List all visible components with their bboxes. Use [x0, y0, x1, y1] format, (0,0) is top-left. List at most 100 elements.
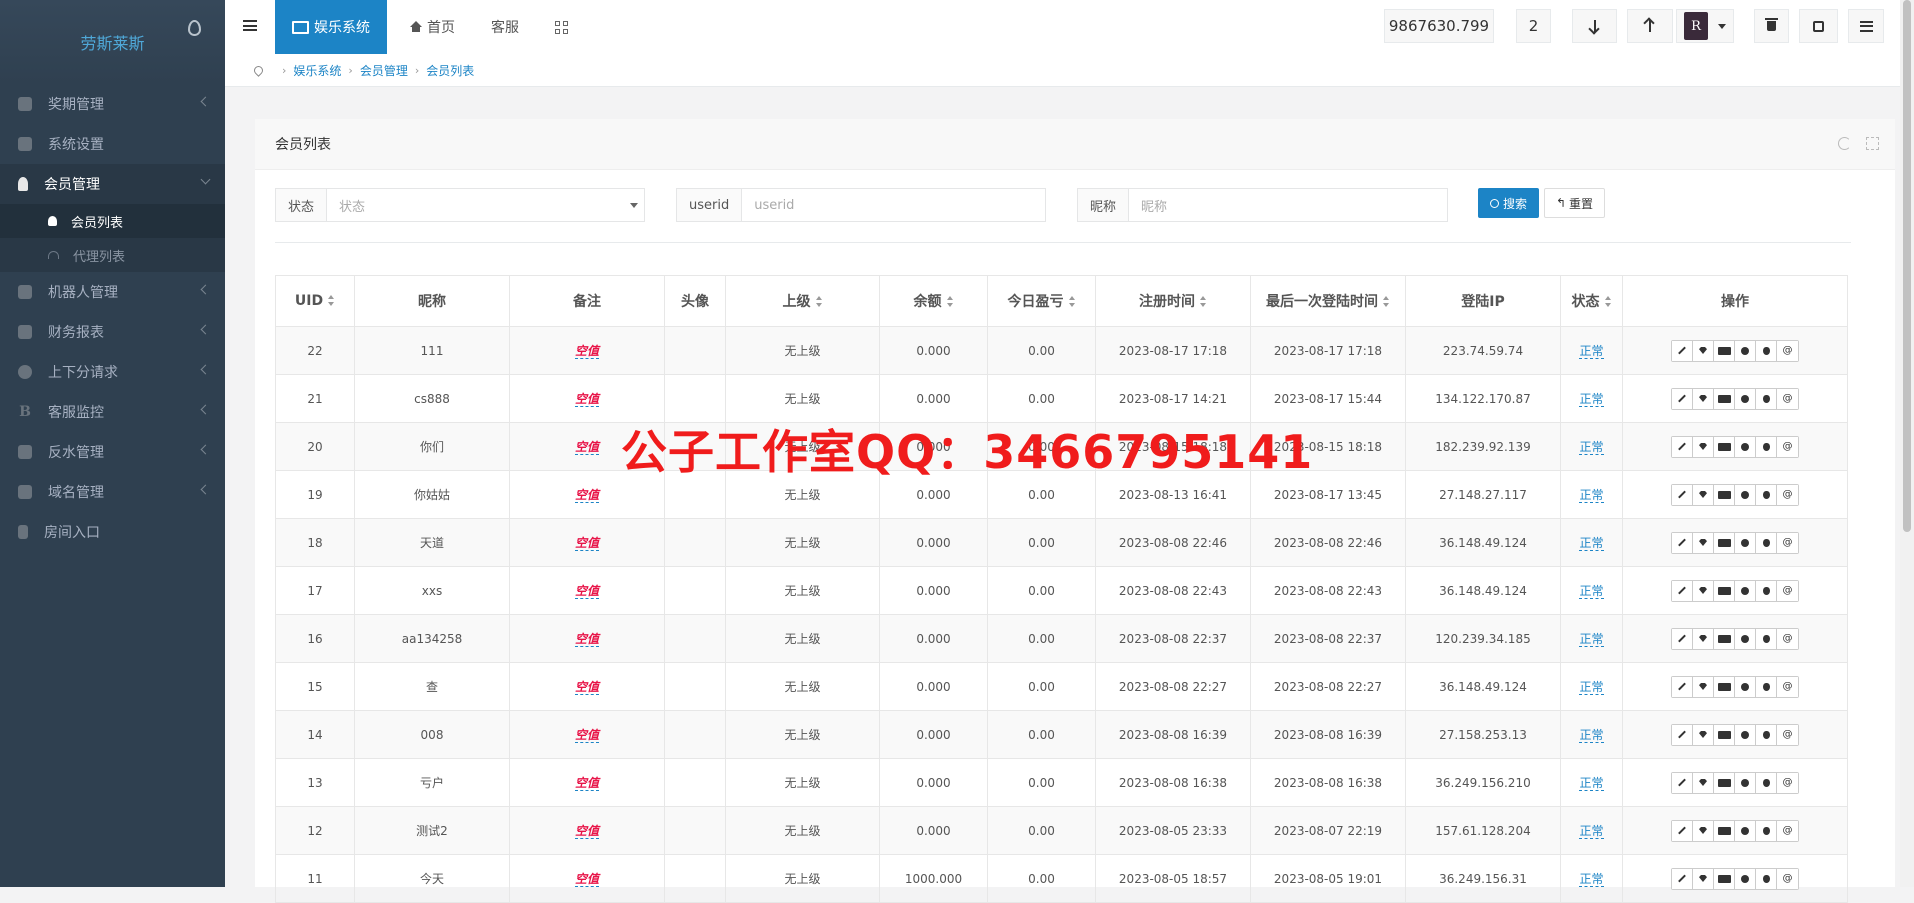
chrome-button[interactable] [1735, 724, 1756, 745]
edit-button[interactable] [1672, 868, 1693, 889]
user-menu[interactable]: R [1676, 9, 1734, 43]
cell-status[interactable]: 正常 [1560, 758, 1623, 807]
diamond-button[interactable] [1693, 868, 1714, 889]
chrome-button[interactable] [1735, 868, 1756, 889]
breadcrumb-item[interactable]: 会员管理 [360, 62, 408, 79]
diamond-button[interactable] [1693, 676, 1714, 697]
at-button[interactable]: @ [1777, 772, 1798, 793]
visa-button[interactable] [1714, 676, 1735, 697]
apple-button[interactable] [1756, 340, 1777, 361]
cell-status[interactable]: 正常 [1560, 854, 1623, 903]
visa-button[interactable] [1714, 340, 1735, 361]
edit-button[interactable] [1672, 580, 1693, 601]
reset-button[interactable]: ↰ 重置 [1544, 188, 1605, 218]
apple-button[interactable] [1756, 436, 1777, 457]
fullscreen-icon[interactable] [1866, 137, 1879, 150]
page-scrollbar[interactable] [1900, 0, 1914, 887]
edit-button[interactable] [1672, 820, 1693, 841]
sidebar-item-members[interactable]: 会员管理 [0, 164, 225, 204]
clear-cache-button[interactable] [1754, 9, 1789, 43]
edit-button[interactable] [1672, 724, 1693, 745]
cell-status[interactable]: 正常 [1560, 470, 1623, 519]
diamond-button[interactable] [1693, 580, 1714, 601]
tab-service[interactable]: 客服 [491, 0, 519, 54]
cell-status[interactable]: 正常 [1560, 566, 1623, 615]
sidebar-item-robots[interactable]: 机器人管理 [0, 272, 225, 312]
cell-remark[interactable]: 空值 [509, 662, 665, 711]
edit-button[interactable] [1672, 676, 1693, 697]
at-button[interactable]: @ [1777, 868, 1798, 889]
visa-button[interactable] [1714, 388, 1735, 409]
at-button[interactable]: @ [1777, 436, 1798, 457]
th-balance[interactable]: 余额 [879, 275, 988, 327]
apple-button[interactable] [1756, 580, 1777, 601]
tab-entertainment[interactable]: 娱乐系统 [275, 0, 387, 54]
at-button[interactable]: @ [1777, 484, 1798, 505]
refresh-icon[interactable] [1838, 137, 1851, 150]
visa-button[interactable] [1714, 628, 1735, 649]
diamond-button[interactable] [1693, 628, 1714, 649]
cell-remark[interactable]: 空值 [509, 854, 665, 903]
diamond-button[interactable] [1693, 724, 1714, 745]
sidebar-item-lottery[interactable]: 奖期管理 [0, 84, 225, 124]
tab-home[interactable]: 首页 [410, 0, 455, 54]
th-register-time[interactable]: 注册时间 [1095, 275, 1251, 327]
cell-status[interactable]: 正常 [1560, 614, 1623, 663]
cell-status[interactable]: 正常 [1560, 374, 1623, 423]
sidebar-subitem-member-list[interactable]: 会员列表 [0, 204, 225, 238]
diamond-button[interactable] [1693, 388, 1714, 409]
sidebar-item-finance[interactable]: 财务报表 [0, 312, 225, 352]
visa-button[interactable] [1714, 868, 1735, 889]
notification-count[interactable]: 2 [1516, 9, 1551, 43]
apple-button[interactable] [1756, 628, 1777, 649]
status-select[interactable]: 状态 [327, 189, 644, 221]
tab-apps[interactable] [555, 0, 568, 54]
nickname-input[interactable]: 昵称 [1129, 189, 1447, 221]
cell-status[interactable]: 正常 [1560, 518, 1623, 567]
chrome-button[interactable] [1735, 532, 1756, 553]
breadcrumb-item[interactable]: 会员列表 [426, 62, 474, 79]
at-button[interactable]: @ [1777, 340, 1798, 361]
scroll-down-button[interactable] [1572, 9, 1617, 43]
at-button[interactable]: @ [1777, 676, 1798, 697]
diamond-button[interactable] [1693, 340, 1714, 361]
visa-button[interactable] [1714, 724, 1735, 745]
chrome-button[interactable] [1735, 436, 1756, 457]
edit-button[interactable] [1672, 484, 1693, 505]
chrome-button[interactable] [1735, 340, 1756, 361]
breadcrumb-item[interactable]: 娱乐系统 [293, 62, 341, 79]
visa-button[interactable] [1714, 484, 1735, 505]
cell-remark[interactable]: 空值 [509, 710, 665, 759]
edit-button[interactable] [1672, 628, 1693, 649]
edit-button[interactable] [1672, 772, 1693, 793]
sidebar-item-support[interactable]: B 客服监控 [0, 392, 225, 432]
diamond-button[interactable] [1693, 484, 1714, 505]
diamond-button[interactable] [1693, 820, 1714, 841]
diamond-button[interactable] [1693, 532, 1714, 553]
chrome-button[interactable] [1735, 772, 1756, 793]
th-today-pl[interactable]: 今日盈亏 [987, 275, 1096, 327]
at-button[interactable]: @ [1777, 628, 1798, 649]
visa-button[interactable] [1714, 580, 1735, 601]
brand[interactable]: 劳斯莱斯 [0, 0, 225, 84]
scrollbar-thumb[interactable] [1903, 0, 1911, 532]
visa-button[interactable] [1714, 532, 1735, 553]
cell-status[interactable]: 正常 [1560, 806, 1623, 855]
status-filter[interactable]: 状态 状态 [275, 188, 645, 222]
cell-remark[interactable]: 空值 [509, 326, 665, 375]
scroll-up-button[interactable] [1627, 9, 1673, 43]
sidebar-item-domains[interactable]: 域名管理 [0, 472, 225, 512]
userid-input[interactable]: userid [742, 189, 1045, 221]
cell-remark[interactable]: 空值 [509, 518, 665, 567]
chrome-button[interactable] [1735, 580, 1756, 601]
at-button[interactable]: @ [1777, 580, 1798, 601]
apple-button[interactable] [1756, 772, 1777, 793]
edit-button[interactable] [1672, 436, 1693, 457]
th-parent[interactable]: 上级 [725, 275, 880, 327]
edit-button[interactable] [1672, 340, 1693, 361]
apple-button[interactable] [1756, 388, 1777, 409]
apple-button[interactable] [1756, 820, 1777, 841]
diamond-button[interactable] [1693, 436, 1714, 457]
apple-button[interactable] [1756, 484, 1777, 505]
chrome-button[interactable] [1735, 820, 1756, 841]
